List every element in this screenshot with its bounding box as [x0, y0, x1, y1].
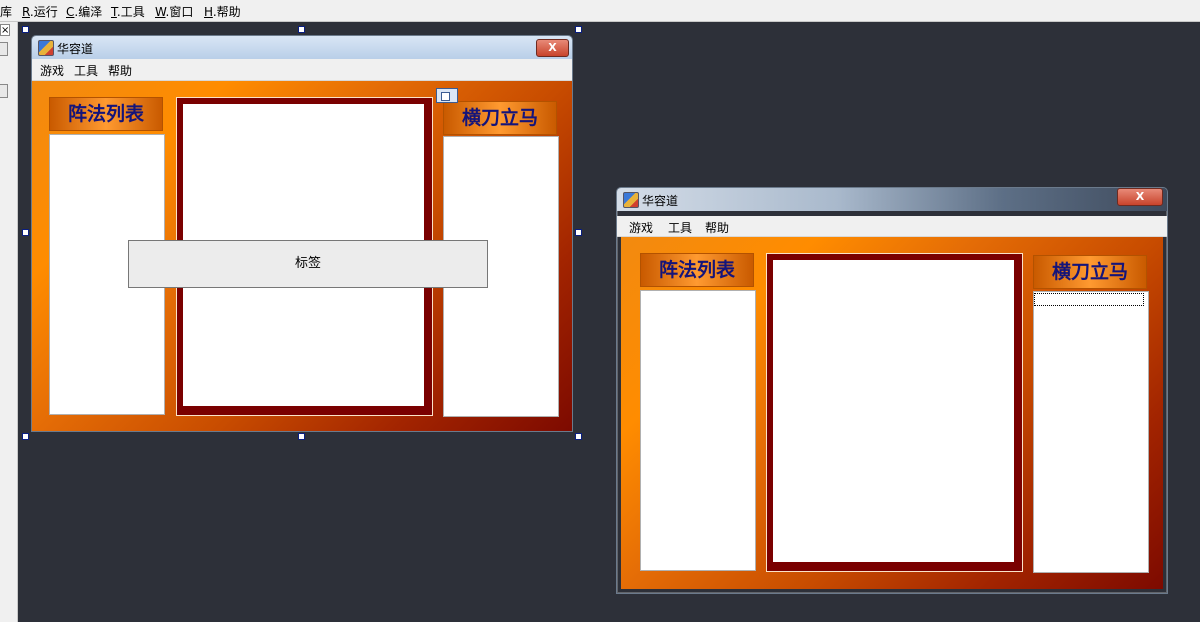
- ide-strip-button[interactable]: [0, 42, 8, 56]
- app-icon: [38, 40, 54, 56]
- ide-panel-close-icon[interactable]: ×: [0, 24, 10, 36]
- ide-strip-button[interactable]: [0, 84, 8, 98]
- resize-handle-s[interactable]: [298, 433, 305, 440]
- ide-menu-run-label: .运行: [29, 5, 58, 19]
- ide-menu-window-label: .窗口: [165, 5, 194, 19]
- resize-handle-nw[interactable]: [22, 26, 29, 33]
- resize-handle-n[interactable]: [298, 26, 305, 33]
- resize-handle-e[interactable]: [575, 229, 582, 236]
- close-button[interactable]: X: [536, 39, 569, 57]
- label-control[interactable]: 标签: [128, 240, 488, 288]
- ide-menu-compile-label: .编泽: [74, 5, 103, 19]
- moves-list-focus-item[interactable]: [1034, 293, 1144, 306]
- design-titlebar[interactable]: 华容道 X: [32, 36, 572, 59]
- ide-left-panel: [0, 22, 18, 622]
- preview-window: 华容道 X 游戏 工具 帮助 阵法列表 横刀立马: [616, 187, 1168, 594]
- formation-listbox[interactable]: [640, 290, 756, 571]
- current-formation-title: 横刀立马: [443, 101, 557, 135]
- ide-menu-window-key: W: [155, 5, 166, 19]
- preview-menubar: 游戏 工具 帮助: [617, 216, 1167, 237]
- resize-handle-sw[interactable]: [22, 433, 29, 440]
- resize-handle-se[interactable]: [575, 433, 582, 440]
- menu-game[interactable]: 游戏: [40, 62, 64, 79]
- ide-menubar: 库 R.运行 C.编泽 T.工具 W.窗口 H.帮助: [0, 0, 1200, 22]
- design-form-window: 华容道 X 游戏 工具 帮助 阵法列表 横刀立马: [31, 35, 573, 432]
- menu-tools[interactable]: 工具: [74, 62, 98, 79]
- design-menubar: 游戏 工具 帮助: [32, 59, 572, 81]
- moves-listbox[interactable]: [1033, 291, 1149, 573]
- menu-game[interactable]: 游戏: [629, 219, 653, 236]
- ide-menu-run[interactable]: R.运行: [22, 3, 58, 20]
- current-formation-title: 横刀立马: [1033, 255, 1147, 289]
- ide-menu-help-key: H: [204, 5, 213, 19]
- board-frame: [766, 253, 1023, 572]
- close-button[interactable]: X: [1117, 188, 1163, 206]
- formation-list-title: 阵法列表: [640, 253, 754, 287]
- ide-menu-tools[interactable]: T.工具: [111, 3, 145, 20]
- resize-handle-w[interactable]: [22, 229, 29, 236]
- ide-menu-compile[interactable]: C.编泽: [66, 3, 102, 20]
- component-icon[interactable]: [436, 88, 458, 103]
- app-icon: [623, 192, 639, 208]
- preview-client-area: 阵法列表 横刀立马: [621, 237, 1163, 589]
- ide-menu-run-key: R: [22, 5, 30, 19]
- preview-window-title: 华容道: [642, 194, 679, 208]
- preview-titlebar[interactable]: 华容道 X: [617, 188, 1167, 211]
- menu-help[interactable]: 帮助: [705, 219, 729, 236]
- ide-menu-window[interactable]: W.窗口: [155, 3, 193, 20]
- resize-handle-ne[interactable]: [575, 26, 582, 33]
- game-board[interactable]: [773, 260, 1014, 562]
- design-window-title: 华容道: [57, 42, 94, 56]
- ide-menu-tools-label: .工具: [116, 5, 145, 19]
- menu-help[interactable]: 帮助: [108, 62, 132, 79]
- ide-menu-library[interactable]: 库: [0, 3, 12, 20]
- ide-menu-help-label: .帮助: [212, 5, 241, 19]
- ide-menu-help[interactable]: H.帮助: [204, 3, 241, 20]
- menu-tools[interactable]: 工具: [668, 219, 692, 236]
- formation-list-title: 阵法列表: [49, 97, 163, 131]
- ide-menu-library-label: 库: [0, 5, 13, 19]
